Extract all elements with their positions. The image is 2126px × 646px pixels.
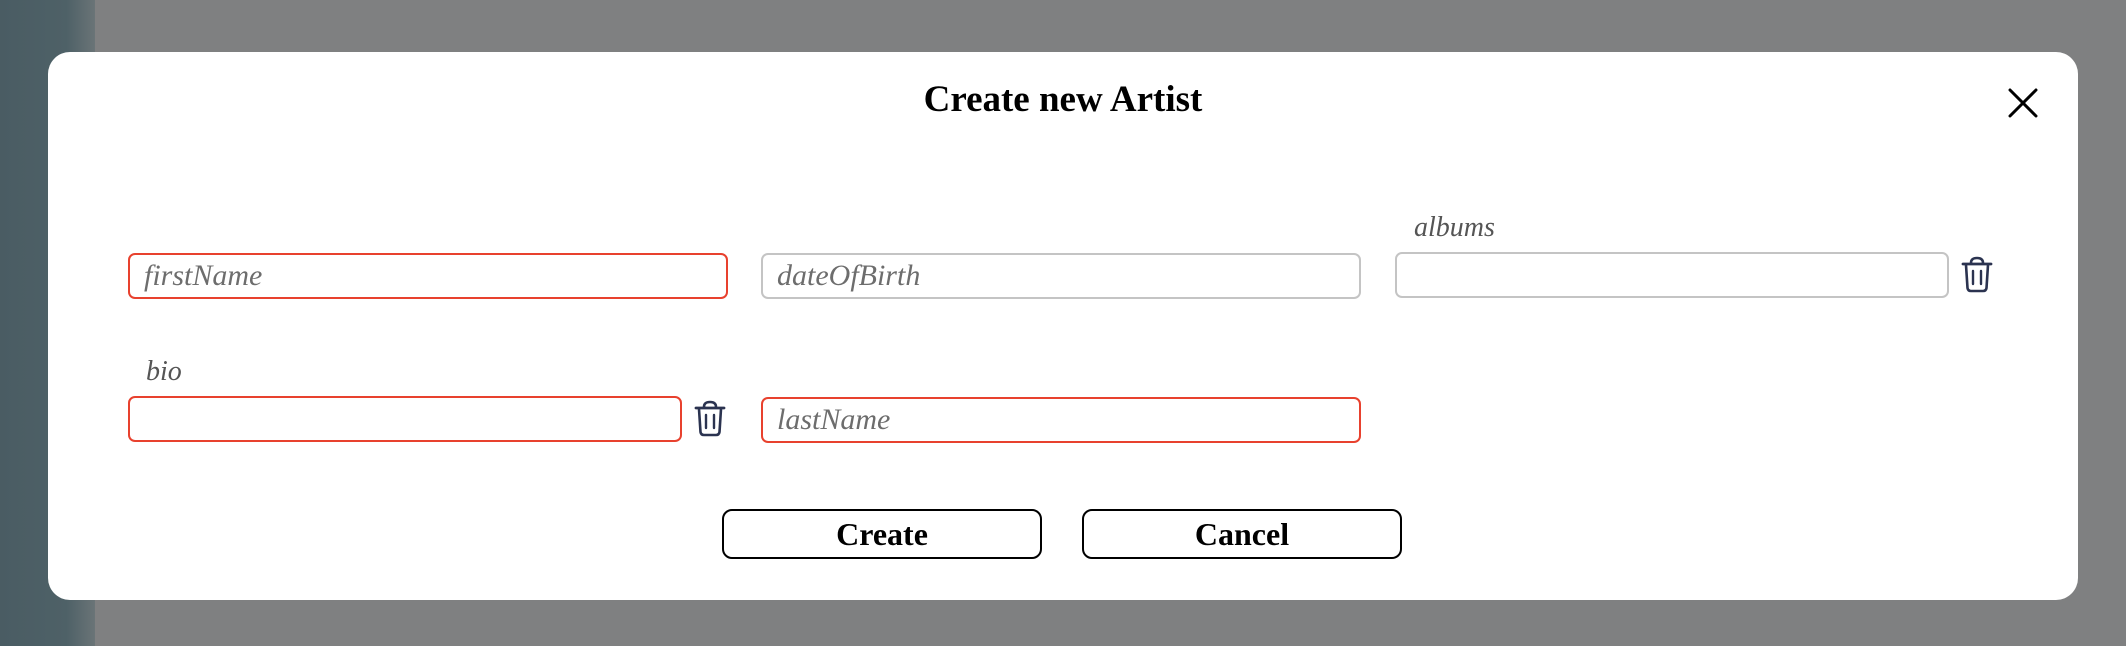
last-name-input[interactable] (761, 397, 1361, 443)
bio-label: bio (146, 356, 182, 387)
trash-icon (694, 400, 726, 437)
close-icon (2008, 88, 2038, 118)
date-of-birth-input[interactable] (761, 253, 1361, 299)
bio-input[interactable] (128, 396, 682, 442)
albums-label: albums (1414, 212, 1495, 243)
albums-input[interactable] (1395, 252, 1949, 298)
delete-albums-button[interactable] (1960, 256, 1994, 294)
close-button[interactable] (2002, 82, 2044, 124)
delete-bio-button[interactable] (693, 400, 727, 438)
create-button[interactable]: Create (722, 509, 1042, 559)
trash-icon (1961, 256, 1993, 293)
cancel-button[interactable]: Cancel (1082, 509, 1402, 559)
dialog-title: Create new Artist (923, 79, 1203, 120)
create-artist-dialog: Create new Artist albums bio Cr (48, 52, 2078, 600)
first-name-input[interactable] (128, 253, 728, 299)
